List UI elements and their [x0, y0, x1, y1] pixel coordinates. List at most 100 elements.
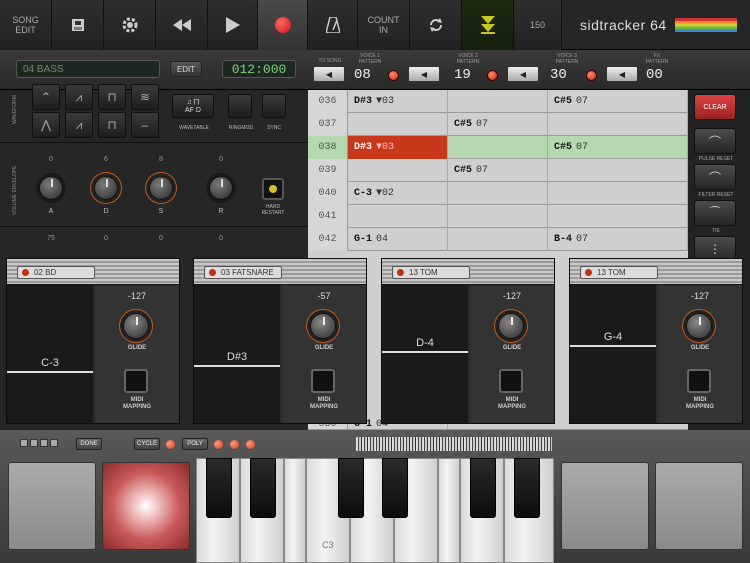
drum-trigger-pad-4[interactable]	[655, 462, 743, 550]
voice1-cell[interactable]: G-1 04	[348, 228, 448, 251]
count-in-button[interactable]: COUNT IN	[358, 0, 410, 50]
voice3-cell[interactable]: C#5 07	[548, 90, 688, 113]
voice3-cell[interactable]: B-4 07	[548, 228, 688, 251]
done-button[interactable]: DONE	[76, 438, 102, 450]
record-button[interactable]	[258, 0, 308, 50]
table-row[interactable]: 037 C#5 07	[308, 113, 688, 136]
wavetable-display[interactable]: ♫ ⨅ AF D	[172, 94, 214, 118]
to-song-button[interactable]: ◀	[313, 66, 345, 82]
fx-pattern[interactable]: 00	[646, 67, 663, 83]
voice2-prev-button[interactable]: ◀	[507, 66, 539, 82]
voice2-cell[interactable]	[448, 90, 548, 113]
black-key[interactable]	[470, 458, 496, 518]
voice1-cell[interactable]: C-3 ▼02	[348, 182, 448, 205]
bpm-display[interactable]: 150	[514, 0, 562, 50]
voice1-pattern[interactable]: 08	[354, 67, 371, 83]
voice3-pattern[interactable]: 30	[550, 67, 567, 83]
voice1-cell[interactable]	[348, 159, 448, 182]
metronome-icon[interactable]	[308, 0, 358, 50]
poly-button[interactable]: POLY	[182, 438, 208, 450]
decay-knob[interactable]	[94, 176, 118, 200]
attack-knob[interactable]	[39, 176, 63, 200]
pulse-wave-icon[interactable]: ⊓	[98, 84, 126, 110]
glide-knob[interactable]	[123, 313, 149, 339]
voice2-solo-led[interactable]	[487, 70, 498, 81]
midi-mapping-button[interactable]	[499, 369, 523, 393]
voice3-cell[interactable]	[548, 159, 688, 182]
pad-note-area[interactable]: D#3	[194, 285, 280, 423]
release-knob[interactable]	[209, 176, 233, 200]
triangle-wave-icon[interactable]: ⌃	[32, 84, 60, 110]
instrument-name-field[interactable]: 04 BASS	[16, 60, 160, 78]
voice1-cell[interactable]	[348, 113, 448, 136]
off-wave-icon[interactable]: –	[131, 112, 159, 138]
rewind-icon[interactable]	[156, 0, 208, 50]
black-key[interactable]	[338, 458, 364, 518]
pad-name[interactable]: 13 TOM	[580, 266, 658, 279]
loop-icon[interactable]	[410, 0, 462, 50]
pulse-reset-button[interactable]: ⌒	[694, 128, 736, 154]
midi-mapping-button[interactable]	[124, 369, 148, 393]
keyboard-range-strip[interactable]	[356, 437, 552, 451]
glide-knob[interactable]	[686, 313, 712, 339]
song-edit-button[interactable]: SONG EDIT	[0, 0, 52, 50]
glide-knob[interactable]	[310, 313, 336, 339]
play-icon[interactable]	[208, 0, 258, 50]
voice1-cell[interactable]: D#3 ▼03	[348, 90, 448, 113]
voice1-cell-selected[interactable]: D#3 ▼03	[348, 136, 448, 159]
black-key[interactable]	[250, 458, 276, 518]
pad-name[interactable]: 13 TOM	[392, 266, 470, 279]
saw-wave-icon[interactable]: ⩘	[65, 84, 93, 110]
instrument-edit-button[interactable]: EDIT	[170, 61, 202, 77]
voice1-cell[interactable]	[348, 205, 448, 228]
triangle-wave-2-icon[interactable]: ⋀	[32, 112, 60, 138]
pad-name[interactable]: 03 FATSNARE	[204, 266, 282, 279]
pad-note-area[interactable]: G-4	[570, 285, 656, 423]
sustain-knob[interactable]	[149, 176, 173, 200]
voice2-cell[interactable]: C#5 07	[448, 159, 548, 182]
black-key[interactable]	[206, 458, 232, 518]
cycle-button[interactable]: CYCLE	[134, 438, 160, 450]
table-row[interactable]: 036 D#3 ▼03 C#5 07	[308, 90, 688, 113]
pad-name[interactable]: 02 BD	[17, 266, 95, 279]
voice2-cell[interactable]	[448, 205, 548, 228]
black-key[interactable]	[514, 458, 540, 518]
voice3-cell[interactable]	[548, 113, 688, 136]
pad-note-area[interactable]: C-3	[7, 285, 93, 423]
table-row[interactable]: 041	[308, 205, 688, 228]
voice3-solo-led[interactable]	[586, 70, 597, 81]
follow-icon[interactable]	[462, 0, 514, 50]
drum-trigger-pad-3[interactable]	[561, 462, 649, 550]
voice1-solo-led[interactable]	[388, 70, 399, 81]
clear-button[interactable]: CLEAR	[694, 94, 736, 120]
pad-note-area[interactable]: D-4	[382, 285, 468, 423]
ringmod-toggle[interactable]	[228, 94, 252, 118]
voice3-cell[interactable]: C#5 07	[548, 136, 688, 159]
drum-trigger-pad-2[interactable]	[102, 462, 190, 550]
voice2-cell[interactable]	[448, 136, 548, 159]
white-key[interactable]	[438, 458, 460, 563]
black-key[interactable]	[382, 458, 408, 518]
drum-trigger-pad-1[interactable]	[8, 462, 96, 550]
saw-wave-2-icon[interactable]: ⩘	[65, 112, 93, 138]
table-row-current[interactable]: 038 D#3 ▼03 C#5 07	[308, 136, 688, 159]
midi-mapping-button[interactable]	[687, 369, 711, 393]
voice2-cell[interactable]	[448, 228, 548, 251]
white-key[interactable]	[284, 458, 306, 563]
voice2-cell[interactable]: C#5 07	[448, 113, 548, 136]
filter-reset-button[interactable]: ⌒	[694, 164, 736, 190]
voice3-prev-button[interactable]: ◀	[606, 66, 638, 82]
voice2-cell[interactable]	[448, 182, 548, 205]
tie-button[interactable]: ⁀	[694, 200, 736, 226]
table-row[interactable]: 040 C-3 ▼02	[308, 182, 688, 205]
hard-restart-toggle[interactable]	[262, 178, 284, 200]
voice1-prev-button[interactable]: ◀	[408, 66, 440, 82]
noise-wave-icon[interactable]: ≋	[131, 84, 159, 110]
pulse-wave-2-icon[interactable]: ⊓	[98, 112, 126, 138]
sync-toggle[interactable]	[262, 94, 286, 118]
table-row[interactable]: 042 G-1 04 B-4 07	[308, 228, 688, 251]
glide-knob[interactable]	[498, 313, 524, 339]
voice3-cell[interactable]	[548, 182, 688, 205]
voice2-pattern[interactable]: 19	[454, 67, 471, 83]
midi-mapping-button[interactable]	[311, 369, 335, 393]
